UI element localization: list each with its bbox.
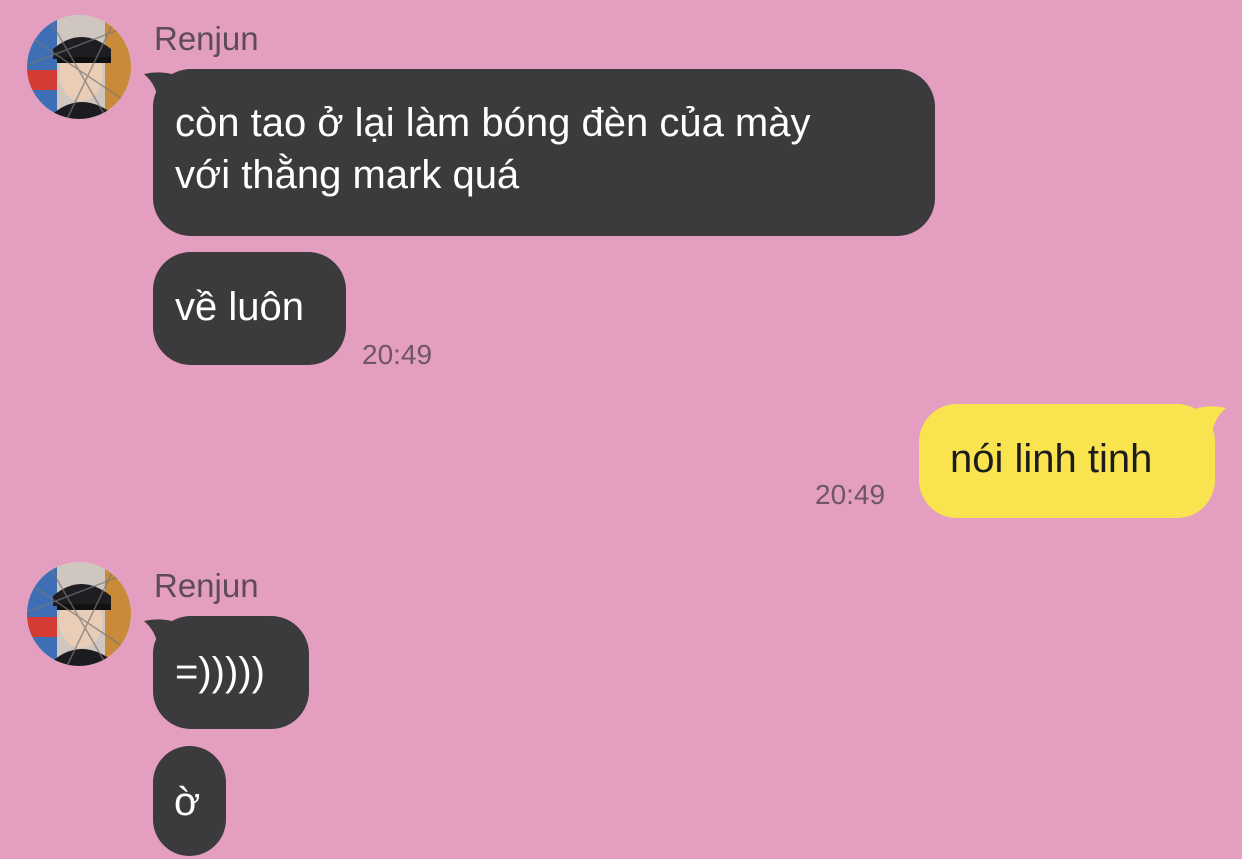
sender-name: Renjun: [154, 20, 259, 57]
sender-avatar[interactable]: [27, 15, 131, 119]
message-bubble[interactable]: ờ: [153, 746, 226, 856]
message-timestamp: 20:49: [362, 339, 433, 370]
avatar-photo-icon: [27, 15, 131, 119]
message-bubble[interactable]: =))))): [153, 616, 309, 729]
message-text: về luôn: [175, 285, 304, 329]
message-bubble[interactable]: còn tao ở lại làm bóng đèn của mày với t…: [153, 69, 935, 236]
message-line: với thằng mark quá: [175, 153, 520, 197]
message-text: nói linh tinh: [950, 437, 1153, 481]
message-text: ờ: [174, 780, 201, 824]
sender-avatar[interactable]: [27, 562, 131, 666]
sender-name: Renjun: [154, 567, 259, 604]
message-text: =))))): [175, 650, 265, 694]
chat-view: Renjun còn tao ở lại làm bóng đèn của mà…: [0, 0, 1242, 859]
bubble-tail-icon: [1192, 406, 1226, 438]
message-timestamp: 20:49: [815, 479, 886, 510]
avatar-photo-icon: [27, 562, 131, 666]
message-bubble-outgoing[interactable]: nói linh tinh: [919, 404, 1215, 518]
message-bubble[interactable]: về luôn: [153, 252, 346, 365]
message-line: còn tao ở lại làm bóng đèn của mày: [175, 101, 811, 145]
